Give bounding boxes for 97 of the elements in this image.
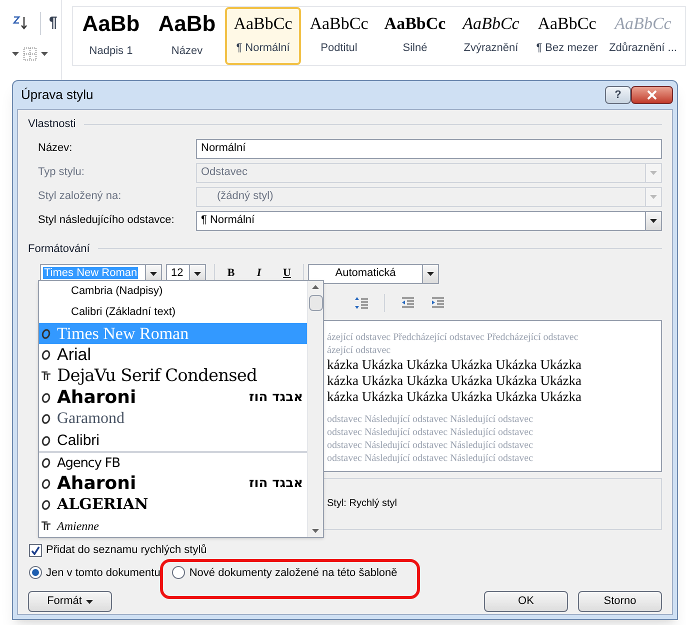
check-icon [31,546,40,555]
caret-icon [150,272,157,276]
style-name: Zdůraznění ... [609,41,677,56]
font-list-item[interactable]: Arial [39,344,307,366]
style-name: ¶ Bez mezer [536,41,598,56]
style-gallery-item[interactable]: AaBbCc ¶ Bez mezer [529,7,605,65]
preview-following-text: odstavec Následující odstavec Následující odstavec [327,426,534,439]
scroll-down-icon[interactable] [312,529,319,533]
preview-sample-text: kázka Ukázka Ukázka Ukázka Ukázka Ukázka [327,373,582,389]
close-icon [647,90,657,100]
format-button[interactable]: Formát [28,591,112,612]
style-preview: AaBbCc [538,15,596,32]
font-list-item[interactable]: Garamond [39,408,307,430]
style-preview: AaBbCc [614,15,672,32]
caret-icon [650,194,657,198]
italic-button[interactable]: I [247,265,271,282]
font-list-item[interactable]: ALGERIAN [39,494,307,516]
checkbox-label: Přidat do seznamu rychlých stylů [46,543,207,558]
opentype-font-icon [41,392,51,403]
font-list-item[interactable]: Calibri [39,430,307,452]
style-gallery-item[interactable]: AaBbCc ¶ Normální [225,7,301,65]
opentype-font-icon [41,328,51,339]
field-label: Styl následujícího odstavce: [38,213,176,228]
font-list-item[interactable]: Agency FB [39,451,307,473]
caret-icon [650,170,657,174]
caret-icon [427,272,434,276]
preview-following-text: odstavec Následující odstavec Následující odstavec [327,439,534,452]
style-name: Název [171,44,203,59]
caret-icon[interactable] [41,52,48,56]
preview-sample-text: kázka Ukázka Ukázka Ukázka Ukázka Ukázka [327,357,582,373]
checkbox[interactable] [29,544,42,557]
increase-indent-icon[interactable] [431,296,445,310]
group-heading: Formátování [28,242,90,256]
group-heading: Vlastnosti [28,117,76,132]
bold-button[interactable]: B [219,265,243,282]
underline-button[interactable]: U [275,265,299,282]
caret-icon [650,218,657,222]
truetype-font-icon [41,521,51,532]
caret-icon[interactable] [12,52,19,56]
radio-label: Jen v tomto dokumentu [46,566,160,580]
opentype-font-icon [41,350,51,360]
opentype-font-icon [41,478,51,488]
style-preview: AaBbCc [462,15,520,32]
preview-previous-text: ázející odstavec Předcházející odstavec Předcházející odstavec [327,331,580,344]
field-label: Název: [38,141,74,156]
font-list-item[interactable]: Amienne [39,516,307,538]
preview-following-text: odstavec Následující odstavec Následující odstavec [327,413,534,426]
radio-label: Nové dokumenty založené na této šabloně [189,566,398,580]
style-gallery-item[interactable]: AaBb Nadpis 1 [73,7,149,65]
cancel-button[interactable]: Storno [578,591,662,612]
preview-previous-text: ázející odstavec [327,344,392,357]
style-gallery-item[interactable]: AaBbCc Podtitul [301,7,377,65]
scroll-thumb[interactable] [308,295,322,311]
font-list-item[interactable]: DejaVu Serif Condensed [39,366,307,388]
font-list-item[interactable]: Cambria (Nadpisy) [39,281,307,302]
style-gallery-item[interactable]: AaBbCc Zdůraznění ... [605,7,681,65]
style-preview: AaBb [158,12,216,35]
style-description: Styl: Rychlý styl [327,498,398,509]
sort-icon[interactable] [12,15,28,32]
show-formatting-marks-button[interactable]: ¶ [40,12,58,34]
borders-icon[interactable] [23,46,37,60]
font-list-item[interactable]: Calibri (Základní text) [39,302,307,323]
style-name: Zvýraznění [464,41,518,56]
style-name: Podtitul [320,41,358,56]
style-preview: AaBbCc [310,15,368,32]
radio-button[interactable] [172,566,186,580]
decrease-indent-icon[interactable] [401,296,415,310]
truetype-font-icon [41,371,51,382]
style-name: Nadpis 1 [89,44,133,59]
window-title: Úprava stylu [21,86,94,104]
opentype-font-icon [41,436,51,446]
help-button[interactable]: ? [605,86,631,104]
caret-icon [86,600,93,604]
field-label: Styl založený na: [38,189,122,204]
input-field[interactable]: Normální [196,138,662,158]
caret-icon [194,272,201,276]
style-gallery-item[interactable]: AaBbCc Zvýraznění [453,7,529,65]
style-name: Silné [402,41,428,56]
opentype-font-icon [41,500,51,510]
style-preview: AaBbCc [384,15,446,32]
preview-following-text: odstavec Následující odstavec Následující odstavec [327,452,534,465]
combo-box[interactable]: ¶ Normální [196,210,662,230]
field-label: Typ stylu: [38,165,86,180]
opentype-font-icon [41,414,51,424]
style-gallery-item[interactable]: AaBb Název [149,7,225,65]
opentype-font-icon [41,458,51,468]
style-name: ¶ Normální [236,41,290,56]
preview-sample-text: kázka Ukázka Ukázka Ukázka Ukázka Ukázka [327,389,582,405]
ok-button[interactable]: OK [484,591,568,612]
style-preview: AaBbCc [234,15,292,32]
line-spacing-icon[interactable] [354,296,368,310]
style-preview: AaBb [82,12,140,35]
radio-button[interactable] [29,566,42,580]
scrollbar[interactable] [307,281,323,537]
close-button[interactable] [631,86,673,104]
style-gallery-item[interactable]: AaBbCc Silné [377,7,453,65]
color-combo-box[interactable]: Automatická [308,264,439,284]
